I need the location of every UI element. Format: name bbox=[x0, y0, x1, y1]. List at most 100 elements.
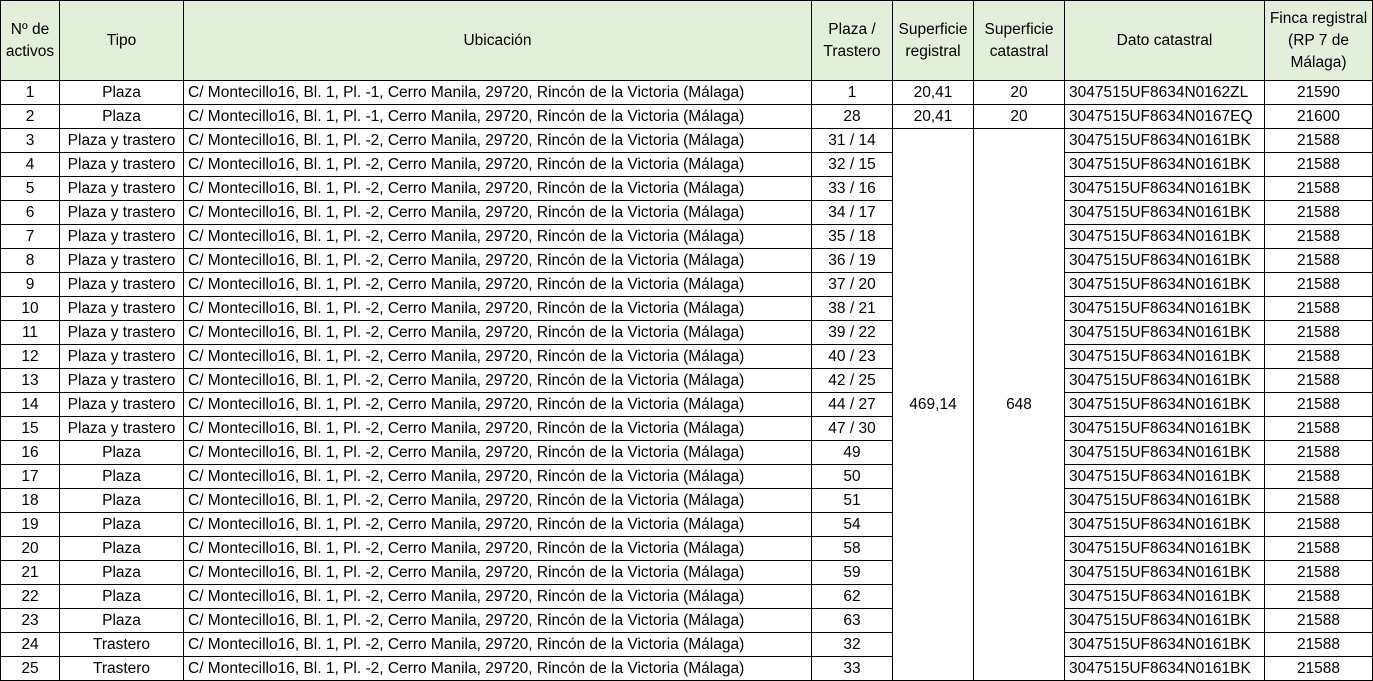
merged-superficie-registral: 469,14 bbox=[892, 128, 974, 681]
cell-finca-registral: 21588 bbox=[1264, 536, 1373, 561]
cell-tipo: Plaza bbox=[59, 584, 184, 609]
table-row: 25 Trastero C/ Montecillo16, Bl. 1, Pl. -2… bbox=[0, 656, 1373, 681]
cell-tipo: Plaza bbox=[59, 440, 184, 465]
cell-finca-registral: 21588 bbox=[1264, 296, 1373, 321]
cell-plaza-trastero: 40 / 23 bbox=[811, 344, 893, 369]
cell-tipo: Plaza y trastero bbox=[59, 152, 184, 177]
cell-plaza-trastero: 51 bbox=[811, 488, 893, 513]
table-row: 21 Plaza C/ Montecillo16, Bl. 1, Pl. -2, C… bbox=[0, 560, 1373, 585]
cell-plaza-trastero: 58 bbox=[811, 536, 893, 561]
cell-numero: 18 bbox=[0, 488, 60, 513]
header-tipo: Tipo bbox=[59, 0, 184, 81]
cell-dato-catastral: 3047515UF8634N0161BK bbox=[1064, 536, 1265, 561]
cell-ubicacion: C/ Montecillo16, Bl. 1, Pl. -2, Cerro Ma… bbox=[183, 536, 812, 561]
table-row: 10 Plaza y trastero C/ Montecillo16, Bl. 1… bbox=[0, 296, 1373, 321]
cell-tipo: Plaza bbox=[59, 512, 184, 537]
cell-plaza-trastero: 31 / 14 bbox=[811, 128, 893, 153]
cell-dato-catastral: 3047515UF8634N0161BK bbox=[1064, 464, 1265, 489]
cell-ubicacion: C/ Montecillo16, Bl. 1, Pl. -2, Cerro Ma… bbox=[183, 512, 812, 537]
cell-dato-catastral: 3047515UF8634N0161BK bbox=[1064, 296, 1265, 321]
table-row: 6 Plaza y trastero C/ Montecillo16, Bl. 1,… bbox=[0, 200, 1373, 225]
table-header: Nº de activos Tipo Ubicación Plaza / Tra… bbox=[0, 0, 1373, 81]
cell-numero: 8 bbox=[0, 248, 60, 273]
cell-dato-catastral: 3047515UF8634N0161BK bbox=[1064, 128, 1265, 153]
cell-tipo: Plaza y trastero bbox=[59, 392, 184, 417]
cell-plaza-trastero: 34 / 17 bbox=[811, 200, 893, 225]
cell-plaza-trastero: 32 bbox=[811, 632, 893, 657]
cell-tipo: Plaza bbox=[59, 560, 184, 585]
cell-superficie-registral: 20,41 bbox=[892, 80, 974, 105]
cell-plaza-trastero: 33 / 16 bbox=[811, 176, 893, 201]
cell-dato-catastral: 3047515UF8634N0161BK bbox=[1064, 608, 1265, 633]
cell-ubicacion: C/ Montecillo16, Bl. 1, Pl. -2, Cerro Ma… bbox=[183, 584, 812, 609]
cell-finca-registral: 21588 bbox=[1264, 608, 1373, 633]
cell-finca-registral: 21600 bbox=[1264, 104, 1373, 129]
table-body: 1 Plaza C/ Montecillo16, Bl. 1, Pl. -1, Ce… bbox=[0, 80, 1373, 681]
header-dato-catastral: Dato catastral bbox=[1064, 0, 1265, 81]
cell-ubicacion: C/ Montecillo16, Bl. 1, Pl. -2, Cerro Ma… bbox=[183, 224, 812, 249]
cell-ubicacion: C/ Montecillo16, Bl. 1, Pl. -2, Cerro Ma… bbox=[183, 176, 812, 201]
cell-tipo: Plaza bbox=[59, 488, 184, 513]
table-row: 7 Plaza y trastero C/ Montecillo16, Bl. 1,… bbox=[0, 224, 1373, 249]
cell-ubicacion: C/ Montecillo16, Bl. 1, Pl. -2, Cerro Ma… bbox=[183, 272, 812, 297]
cell-dato-catastral: 3047515UF8634N0161BK bbox=[1064, 224, 1265, 249]
cell-plaza-trastero: 33 bbox=[811, 656, 893, 681]
cell-numero: 23 bbox=[0, 608, 60, 633]
cell-plaza-trastero: 42 / 25 bbox=[811, 368, 893, 393]
cell-plaza-trastero: 47 / 30 bbox=[811, 416, 893, 441]
table-row: 16 Plaza C/ Montecillo16, Bl. 1, Pl. -2, C… bbox=[0, 440, 1373, 465]
cell-dato-catastral: 3047515UF8634N0161BK bbox=[1064, 200, 1265, 225]
cell-ubicacion: C/ Montecillo16, Bl. 1, Pl. -2, Cerro Ma… bbox=[183, 656, 812, 681]
cell-finca-registral: 21588 bbox=[1264, 176, 1373, 201]
merged-superficie-catastral: 648 bbox=[973, 128, 1065, 681]
cell-numero: 9 bbox=[0, 272, 60, 297]
cell-dato-catastral: 3047515UF8634N0161BK bbox=[1064, 152, 1265, 177]
table-row: 9 Plaza y trastero C/ Montecillo16, Bl. 1,… bbox=[0, 272, 1373, 297]
cell-finca-registral: 21588 bbox=[1264, 560, 1373, 585]
cell-tipo: Plaza y trastero bbox=[59, 176, 184, 201]
cell-finca-registral: 21588 bbox=[1264, 392, 1373, 417]
cell-dato-catastral: 3047515UF8634N0161BK bbox=[1064, 320, 1265, 345]
cell-finca-registral: 21588 bbox=[1264, 368, 1373, 393]
cell-plaza-trastero: 62 bbox=[811, 584, 893, 609]
table-row: 22 Plaza C/ Montecillo16, Bl. 1, Pl. -2, C… bbox=[0, 584, 1373, 609]
cell-finca-registral: 21590 bbox=[1264, 80, 1373, 105]
cell-numero: 24 bbox=[0, 632, 60, 657]
cell-tipo: Plaza bbox=[59, 536, 184, 561]
table-row: 19 Plaza C/ Montecillo16, Bl. 1, Pl. -2, C… bbox=[0, 512, 1373, 537]
cell-tipo: Plaza y trastero bbox=[59, 248, 184, 273]
cell-ubicacion: C/ Montecillo16, Bl. 1, Pl. -2, Cerro Ma… bbox=[183, 248, 812, 273]
cell-numero: 17 bbox=[0, 464, 60, 489]
cell-numero: 14 bbox=[0, 392, 60, 417]
cell-finca-registral: 21588 bbox=[1264, 248, 1373, 273]
cell-ubicacion: C/ Montecillo16, Bl. 1, Pl. -2, Cerro Ma… bbox=[183, 416, 812, 441]
cell-numero: 6 bbox=[0, 200, 60, 225]
cell-dato-catastral: 3047515UF8634N0161BK bbox=[1064, 392, 1265, 417]
cell-tipo: Plaza y trastero bbox=[59, 368, 184, 393]
cell-numero: 2 bbox=[0, 104, 60, 129]
cell-tipo: Plaza bbox=[59, 464, 184, 489]
cell-plaza-trastero: 44 / 27 bbox=[811, 392, 893, 417]
table-row: 17 Plaza C/ Montecillo16, Bl. 1, Pl. -2, C… bbox=[0, 464, 1373, 489]
cell-tipo: Plaza y trastero bbox=[59, 200, 184, 225]
cell-tipo: Plaza y trastero bbox=[59, 344, 184, 369]
table-row: 20 Plaza C/ Montecillo16, Bl. 1, Pl. -2, C… bbox=[0, 536, 1373, 561]
cell-dato-catastral: 3047515UF8634N0161BK bbox=[1064, 560, 1265, 585]
header-numero: Nº de activos bbox=[0, 0, 60, 81]
cell-tipo: Plaza y trastero bbox=[59, 128, 184, 153]
cell-finca-registral: 21588 bbox=[1264, 272, 1373, 297]
cell-dato-catastral: 3047515UF8634N0162ZL bbox=[1064, 80, 1265, 105]
cell-numero: 13 bbox=[0, 368, 60, 393]
header-superficie-catastral: Superficie catastral bbox=[973, 0, 1065, 81]
cell-tipo: Plaza y trastero bbox=[59, 224, 184, 249]
cell-numero: 7 bbox=[0, 224, 60, 249]
cell-ubicacion: C/ Montecillo16, Bl. 1, Pl. -2, Cerro Ma… bbox=[183, 152, 812, 177]
cell-plaza-trastero: 39 / 22 bbox=[811, 320, 893, 345]
cell-tipo: Plaza bbox=[59, 104, 184, 129]
cell-finca-registral: 21588 bbox=[1264, 320, 1373, 345]
table-row: 15 Plaza y trastero C/ Montecillo16, Bl. 1… bbox=[0, 416, 1373, 441]
cell-dato-catastral: 3047515UF8634N0161BK bbox=[1064, 248, 1265, 273]
cell-finca-registral: 21588 bbox=[1264, 344, 1373, 369]
cell-dato-catastral: 3047515UF8634N0161BK bbox=[1064, 512, 1265, 537]
cell-ubicacion: C/ Montecillo16, Bl. 1, Pl. -2, Cerro Ma… bbox=[183, 464, 812, 489]
